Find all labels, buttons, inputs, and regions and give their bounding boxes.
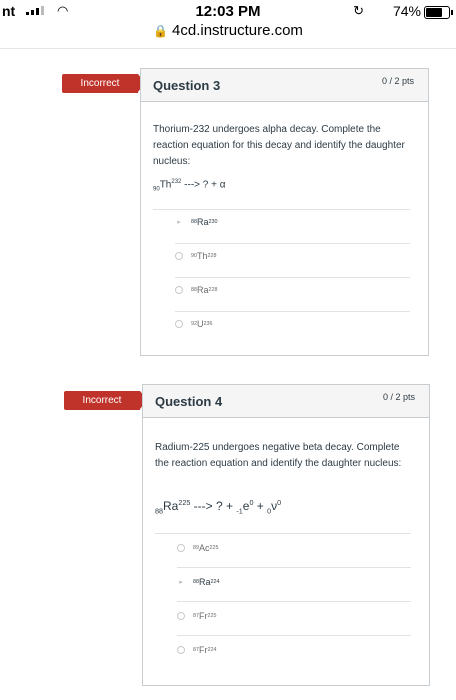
question-text: Thorium-232 undergoes alpha decay. Compl… xyxy=(153,124,405,167)
answer-option[interactable]: 90 Th 228 xyxy=(175,251,217,261)
eq-atomic-number: 90 xyxy=(153,186,160,193)
option-mass-number: 224 xyxy=(210,579,220,585)
eq-mass-number: 225 xyxy=(178,498,191,507)
answer-option[interactable]: 87 Fr 225 xyxy=(177,611,217,621)
neutrino-mass: 0 xyxy=(277,498,282,507)
reaction-equation: 88Ra225 ---> ? + -1e0 + 0ν0 xyxy=(155,498,281,515)
radio-button[interactable] xyxy=(177,544,185,552)
padlock-icon: 🔒 xyxy=(153,24,169,38)
option-mass-number: 224 xyxy=(207,647,217,653)
status-bar: nt ◠ 12:03 PM ↻ 74% xyxy=(0,0,456,22)
option-symbol: Fr xyxy=(199,611,208,621)
question-points: 0 / 2 pts xyxy=(382,392,415,402)
divider xyxy=(175,311,410,312)
option-symbol: Ra xyxy=(197,217,209,227)
radio-button[interactable] xyxy=(177,646,185,654)
divider xyxy=(153,209,410,210)
question-title: Question 3 xyxy=(153,78,221,93)
battery-percent: 74% xyxy=(392,3,421,19)
eq-plus: + xyxy=(253,499,268,513)
answer-option[interactable]: 88 Ra 228 xyxy=(175,285,218,295)
orientation-lock-icon: ↻ xyxy=(353,3,364,18)
option-symbol: Ra xyxy=(197,285,209,295)
answer-option[interactable]: 89 Ac 225 xyxy=(177,543,219,553)
answer-option[interactable]: 87 Fr 224 xyxy=(177,645,217,655)
option-symbol: Th xyxy=(197,251,208,261)
divider xyxy=(155,533,411,534)
option-symbol: Fr xyxy=(199,645,208,655)
eq-rest: ---> ? + α xyxy=(181,179,226,191)
option-symbol: Ra xyxy=(199,577,211,587)
eq-symbol: Th xyxy=(159,179,172,191)
selected-arrow-icon: ▸ xyxy=(179,579,183,586)
url-text: 4cd.instructure.com xyxy=(172,22,303,39)
incorrect-badge: Incorrect xyxy=(62,74,145,93)
incorrect-badge: Incorrect xyxy=(64,391,147,410)
question-card: Question 4 0 / 2 pts Radium-225 undergoe… xyxy=(142,384,430,686)
option-mass-number: 228 xyxy=(208,287,218,293)
option-mass-number: 230 xyxy=(208,219,218,225)
divider xyxy=(177,601,411,602)
question-points: 0 / 2 pts xyxy=(381,76,414,86)
radio-button[interactable] xyxy=(175,286,183,294)
eq-rest: ---> ? + xyxy=(190,499,237,513)
radio-button[interactable] xyxy=(177,612,185,620)
divider xyxy=(0,48,456,49)
answer-option[interactable]: ▸ 88 Ra 224 xyxy=(177,577,220,587)
reaction-equation: 90Th232 ---> ? + α xyxy=(153,179,226,192)
eq-atomic-number: 88 xyxy=(155,506,163,516)
address-bar[interactable]: 🔒 4cd.instructure.com xyxy=(0,22,456,48)
radio-button[interactable] xyxy=(175,252,183,260)
question-header: Question 4 0 / 2 pts xyxy=(143,385,429,418)
option-mass-number: 225 xyxy=(209,545,219,551)
divider xyxy=(175,277,410,278)
eq-symbol: Ra xyxy=(163,499,179,513)
question-text: Radium-225 undergoes negative beta decay… xyxy=(155,442,402,469)
option-symbol: Ac xyxy=(199,543,210,553)
answer-option[interactable]: ▸ 88 Ra 230 xyxy=(175,217,218,227)
clock: 12:03 PM xyxy=(195,3,261,20)
option-mass-number: 228 xyxy=(207,253,217,259)
divider xyxy=(175,243,410,244)
answer-option[interactable]: 92 U 236 xyxy=(175,319,213,329)
question-header: Question 3 0 / 2 pts xyxy=(141,69,428,102)
divider xyxy=(177,635,411,636)
radio-button[interactable] xyxy=(175,320,183,328)
selected-arrow-icon: ▸ xyxy=(177,219,181,226)
option-mass-number: 225 xyxy=(207,613,217,619)
eq-mass-number: 232 xyxy=(171,179,182,185)
question-title: Question 4 xyxy=(155,394,223,409)
battery-icon xyxy=(424,6,453,19)
divider xyxy=(177,567,411,568)
option-mass-number: 236 xyxy=(203,321,213,327)
question-card: Question 3 0 / 2 pts Thorium-232 undergo… xyxy=(140,68,429,356)
